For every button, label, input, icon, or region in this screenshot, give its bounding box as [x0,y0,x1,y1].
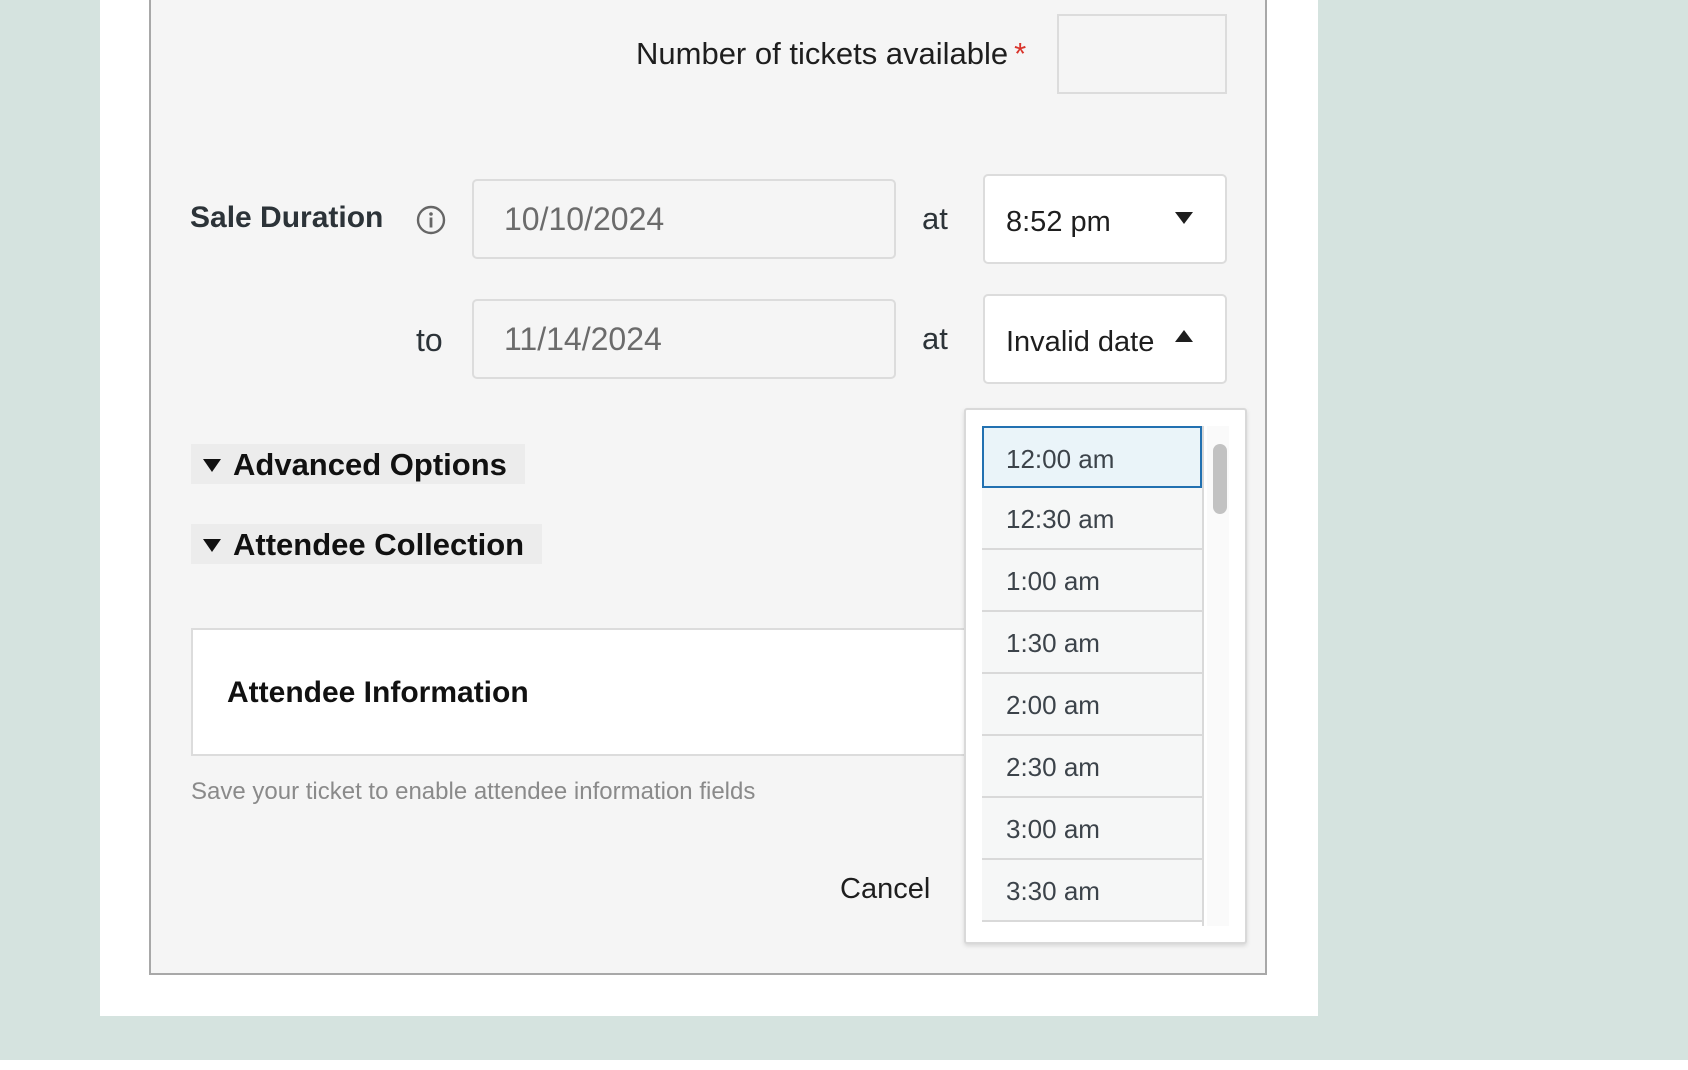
end-date-input[interactable]: 11/14/2024 [472,299,896,379]
attendee-help-text: Save your ticket to enable attendee info… [191,778,756,805]
info-icon[interactable] [415,204,447,236]
dropdown-scrollbar[interactable] [1207,426,1229,926]
time-options-list: 12:00 am 12:30 am 1:00 am 1:30 am 2:00 a… [982,426,1204,926]
tickets-available-input[interactable] [1057,14,1227,94]
sale-duration-label: Sale Duration [190,201,384,234]
time-option[interactable]: 12:30 am [982,488,1202,550]
scrollbar-thumb[interactable] [1213,444,1227,514]
cancel-button[interactable]: Cancel [840,873,930,906]
attendee-collection-label: Attendee Collection [233,527,525,562]
time-option[interactable]: 3:30 am [982,860,1202,922]
caret-down-icon [203,458,221,472]
attendee-information-title: Attendee Information [227,676,529,709]
tickets-available-label: Number of tickets available * [636,36,1026,72]
start-at-label: at [922,201,948,236]
time-option[interactable]: 2:00 am [982,674,1202,736]
tickets-available-text: Number of tickets available [636,36,1009,71]
advanced-options-toggle[interactable]: Advanced Options [191,444,525,484]
time-dropdown: 12:00 am 12:30 am 1:00 am 1:30 am 2:00 a… [964,408,1247,944]
time-option[interactable]: 3:00 am [982,798,1202,860]
attendee-information-box: Attendee Information [191,628,1031,756]
chevron-up-icon [1175,330,1193,342]
end-time-value: Invalid date [1006,326,1155,358]
end-at-label: at [922,321,948,356]
advanced-options-label: Advanced Options [233,447,507,482]
time-option[interactable]: 2:30 am [982,736,1202,798]
to-label: to [416,322,443,358]
time-option[interactable]: 1:30 am [982,612,1202,674]
required-mark: * [1014,36,1027,71]
start-time-select[interactable]: 8:52 pm [983,174,1227,264]
start-time-value: 8:52 pm [1006,206,1111,238]
time-option[interactable]: 12:00 am [982,426,1202,488]
end-time-select[interactable]: Invalid date [983,294,1227,384]
attendee-collection-toggle[interactable]: Attendee Collection [191,524,543,564]
page-footer-strip [0,1060,1688,1070]
chevron-down-icon [1175,212,1193,224]
caret-down-icon [203,538,221,552]
time-option[interactable]: 1:00 am [982,550,1202,612]
start-date-input[interactable]: 10/10/2024 [472,179,896,259]
